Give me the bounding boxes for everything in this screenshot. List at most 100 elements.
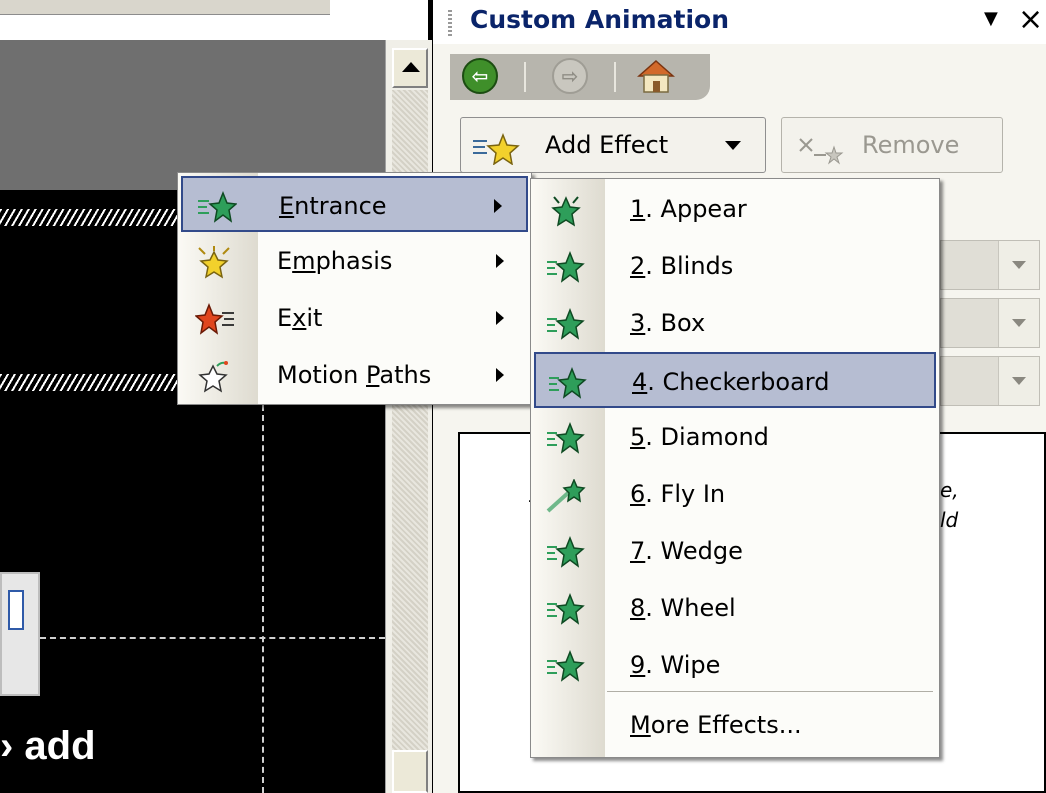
home-icon[interactable]	[636, 58, 676, 94]
access-key: 6	[630, 480, 646, 508]
access-key: 7	[630, 537, 646, 565]
menu-item-exit[interactable]: Exit	[181, 290, 528, 346]
access-key: 3	[630, 309, 646, 337]
nav-separator	[524, 62, 526, 92]
add-effect-star-icon	[471, 130, 521, 166]
emphasis-star-icon	[195, 244, 235, 279]
submenu-arrow-icon	[496, 254, 504, 268]
pane-title: Custom Animation	[470, 5, 730, 34]
scrollbar-thumb[interactable]	[392, 750, 428, 793]
entrance-effect-item[interactable]: 5. Diamond	[534, 409, 936, 465]
back-arrow-icon[interactable]: ⇦	[462, 58, 498, 94]
add-effect-menu: Entrance Emphasis Exit Motion Paths	[177, 172, 532, 405]
submenu-arrow-icon	[494, 199, 502, 213]
access-key: E	[279, 192, 295, 220]
list-text-fragment: e,	[940, 478, 959, 502]
access-key: 8	[630, 594, 646, 622]
pane-grip-icon[interactable]	[448, 10, 452, 36]
entrance-effect-item[interactable]: 2. Blinds	[534, 238, 936, 294]
label-part: . Diamond	[645, 423, 769, 451]
entrance-effect-item[interactable]: 3. Box	[534, 295, 936, 351]
entrance-effect-item[interactable]: 6. Fly In	[534, 466, 936, 522]
menu-item-label: Emphasis	[277, 233, 392, 289]
add-effect-button[interactable]: Add Effect	[460, 117, 766, 173]
label-part: . Box	[645, 309, 706, 337]
motion-paths-star-icon	[195, 358, 235, 393]
close-icon[interactable]: ×	[1018, 0, 1043, 40]
scroll-up-button[interactable]	[392, 48, 428, 88]
chevron-down-icon	[725, 141, 741, 150]
label-part: aths	[379, 361, 432, 389]
menu-item-label: 5. Diamond	[630, 409, 769, 465]
entrance-effect-item[interactable]: 7. Wedge	[534, 523, 936, 579]
label-part: . Checkerboard	[647, 368, 830, 396]
access-key: 1	[630, 195, 646, 223]
menu-item-label: Motion Paths	[277, 347, 431, 403]
horizontal-ruler	[0, 0, 330, 15]
forward-arrow-icon[interactable]: ⇨	[552, 58, 588, 94]
label-part: . Blinds	[645, 252, 734, 280]
vertical-guide	[262, 405, 264, 793]
entrance-star-icon	[546, 420, 586, 454]
label-part: . Wheel	[645, 594, 736, 622]
menu-item-label: 2. Blinds	[630, 238, 733, 294]
label-part: . Wedge	[645, 537, 743, 565]
label-part: phasis	[315, 247, 393, 275]
menu-item-label: More Effects...	[630, 697, 802, 753]
menu-item-label: 6. Fly In	[630, 466, 725, 522]
horizontal-guide	[40, 637, 385, 639]
menu-item-entrance[interactable]: Entrance	[181, 176, 528, 232]
menu-item-label: 8. Wheel	[630, 580, 736, 636]
access-key: m	[292, 247, 316, 275]
remove-label: Remove	[862, 131, 960, 159]
label-part: ore Effects...	[650, 711, 802, 739]
fly-in-star-icon	[546, 477, 586, 513]
menu-item-label: 3. Box	[630, 295, 705, 351]
entrance-star-icon	[546, 306, 586, 340]
submenu-arrow-icon	[496, 311, 504, 325]
label-part: . Appear	[645, 195, 747, 223]
menu-item-label: Exit	[277, 290, 322, 346]
list-text-fragment: ld	[940, 508, 959, 532]
entrance-star-icon	[546, 591, 586, 625]
access-key: P	[366, 361, 380, 389]
entrance-effect-item[interactable]: 8. Wheel	[534, 580, 936, 636]
menu-item-label: 4. Checkerboard	[632, 354, 829, 410]
label-part: ntrance	[294, 192, 387, 220]
entrance-effects-menu: 1. Appear 2. Blinds 3. Box 4. Checkerboard 5…	[530, 178, 940, 758]
submenu-arrow-icon	[496, 368, 504, 382]
menu-item-label: 1. Appear	[630, 181, 747, 237]
property-combo[interactable]	[940, 298, 1040, 348]
chevron-down-icon[interactable]	[998, 357, 1039, 405]
pane-menu-dropdown-icon[interactable]: ▼	[984, 4, 998, 34]
entrance-effect-item[interactable]: 4. Checkerboard	[534, 352, 936, 408]
menu-separator	[607, 691, 933, 692]
chevron-down-icon[interactable]	[998, 299, 1039, 347]
appear-star-icon	[546, 192, 586, 227]
nav-separator	[614, 62, 616, 92]
speed-combo[interactable]	[940, 356, 1040, 406]
entrance-star-icon	[548, 365, 588, 399]
slide-placeholder-text[interactable]: › add	[0, 722, 96, 770]
label-part: . Wipe	[645, 651, 721, 679]
chevron-down-icon[interactable]	[998, 241, 1039, 289]
menu-item-label: 7. Wedge	[630, 523, 743, 579]
entrance-effect-item[interactable]: 9. Wipe	[534, 637, 936, 693]
label-part: Motion	[277, 361, 366, 389]
remove-button[interactable]: Remove	[781, 117, 1003, 173]
start-combo[interactable]	[940, 240, 1040, 290]
more-effects-item[interactable]: More Effects...	[534, 697, 936, 753]
entrance-star-icon	[546, 534, 586, 568]
entrance-effect-item[interactable]: 1. Appear	[534, 181, 936, 237]
placeholder-icon	[8, 590, 24, 630]
menu-item-motion-paths[interactable]: Motion Paths	[181, 347, 528, 403]
content-placeholder[interactable]	[0, 572, 40, 696]
menu-item-emphasis[interactable]: Emphasis	[181, 233, 528, 289]
menu-item-label: 9. Wipe	[630, 637, 720, 693]
placeholder-border-bottom	[0, 374, 180, 391]
editor-background	[0, 40, 385, 190]
access-key: 5	[630, 423, 646, 451]
access-key: 4	[632, 368, 648, 396]
menu-item-label: Entrance	[279, 178, 387, 234]
placeholder-border-top	[0, 209, 180, 226]
